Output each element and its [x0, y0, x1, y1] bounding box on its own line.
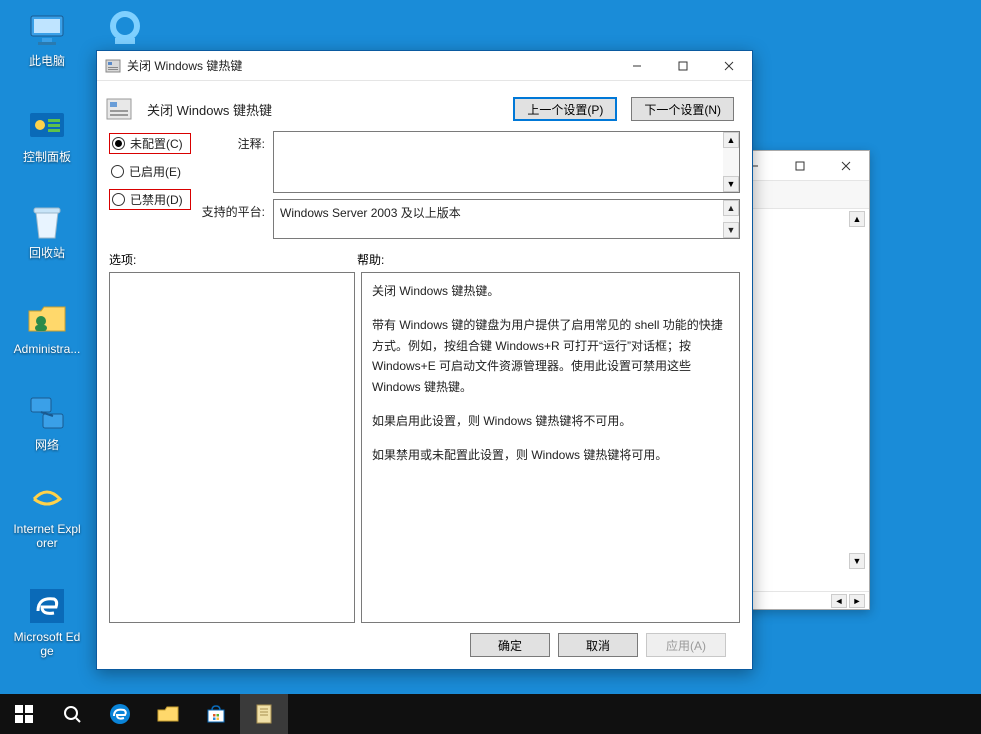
scroll-track[interactable]: [723, 148, 739, 176]
scroll-up-icon[interactable]: ▲: [849, 211, 865, 227]
this-pc-icon: [27, 10, 67, 50]
dialog-footer: 确定 取消 应用(A): [109, 623, 740, 669]
next-setting-button[interactable]: 下一个设置(N): [631, 97, 734, 121]
start-button[interactable]: [0, 694, 48, 734]
cancel-button[interactable]: 取消: [558, 633, 638, 657]
edge-icon: [27, 586, 67, 626]
dialog-header-title: 关闭 Windows 键热键: [147, 100, 499, 119]
scroll-right-icon[interactable]: ►: [849, 594, 865, 608]
desktop-icon-label: 控制面板: [23, 150, 71, 164]
bgw-vertical-scrollbar[interactable]: ▲ ▼: [849, 211, 865, 569]
taskbar: [0, 694, 981, 734]
folder-admin-icon: [27, 298, 67, 338]
options-panel[interactable]: [109, 272, 355, 623]
desktop-icon-label: 此电脑: [29, 54, 65, 68]
window-close-button[interactable]: [706, 51, 752, 81]
window-minimize-button[interactable]: [614, 51, 660, 81]
desktop-icon-label: 回收站: [29, 246, 65, 260]
platform-scrollbar[interactable]: ▲ ▼: [723, 200, 739, 238]
dialog-body: 未配置(C) 已启用(E) 已禁用(D) 注释:: [97, 123, 752, 669]
policy-icon: [105, 95, 133, 123]
dialog-title-text: 关闭 Windows 键热键: [127, 57, 614, 74]
bgw-maximize-button[interactable]: [777, 151, 823, 181]
panels-row: 关闭 Windows 键热键。 带有 Windows 键的键盘为用户提供了启用常…: [109, 272, 740, 623]
dialog-header: 关闭 Windows 键热键 上一个设置(P) 下一个设置(N): [97, 81, 752, 123]
desktop-icon-label: Microsoft Edge: [12, 630, 82, 659]
bgw-close-button[interactable]: [823, 151, 869, 181]
platform-text: Windows Server 2003 及以上版本: [280, 206, 461, 220]
desktop-icon-control-panel[interactable]: 控制面板: [12, 106, 82, 164]
radio-icon: [112, 193, 125, 206]
taskbar-search-button[interactable]: [48, 694, 96, 734]
policy-dialog: 关闭 Windows 键热键 关闭 Windows 键热键 上一个设置(P) 下…: [96, 50, 753, 670]
radio-icon: [112, 137, 125, 150]
app-disc-icon: [105, 10, 145, 50]
scroll-up-icon[interactable]: ▲: [723, 200, 739, 216]
comment-scrollbar[interactable]: ▲ ▼: [723, 132, 739, 192]
desktop-icon-this-pc[interactable]: 此电脑: [12, 10, 82, 68]
help-paragraph: 带有 Windows 键的键盘为用户提供了启用常见的 shell 功能的快捷方式…: [372, 315, 729, 397]
ok-button[interactable]: 确定: [470, 633, 550, 657]
window-maximize-button[interactable]: [660, 51, 706, 81]
scroll-down-icon[interactable]: ▼: [849, 553, 865, 569]
scroll-down-icon[interactable]: ▼: [723, 222, 739, 238]
taskbar-edge[interactable]: [96, 694, 144, 734]
taskbar-running-app[interactable]: [240, 694, 288, 734]
desktop: 此电脑 控制面板 回收站 Administra... 网络 Intern: [0, 0, 981, 734]
comment-textarea[interactable]: ▲ ▼: [273, 131, 740, 193]
desktop-icon-ie[interactable]: Internet Explorer: [12, 478, 82, 551]
radio-icon: [111, 165, 124, 178]
help-panel[interactable]: 关闭 Windows 键热键。 带有 Windows 键的键盘为用户提供了启用常…: [361, 272, 740, 623]
help-paragraph: 如果启用此设置，则 Windows 键热键将不可用。: [372, 411, 729, 431]
ie-icon: [27, 478, 67, 518]
taskbar-store[interactable]: [192, 694, 240, 734]
recycle-bin-icon: [27, 202, 67, 242]
comment-platform-column: 注释: ▲ ▼ 支持的平台: Windows Server 2003: [201, 131, 740, 239]
radio-label: 未配置(C): [130, 135, 183, 152]
radio-not-configured[interactable]: 未配置(C): [109, 133, 191, 154]
desktop-icon-label: 网络: [35, 438, 59, 452]
desktop-icon-label: Internet Explorer: [12, 522, 82, 551]
radio-label: 已禁用(D): [130, 191, 183, 208]
platform-label: 支持的平台:: [201, 199, 265, 220]
radio-group: 未配置(C) 已启用(E) 已禁用(D): [109, 131, 191, 239]
help-paragraph: 关闭 Windows 键热键。: [372, 281, 729, 301]
section-labels: 选项: 帮助:: [109, 251, 740, 268]
desktop-icon-label: Administra...: [14, 342, 81, 356]
control-panel-icon: [27, 106, 67, 146]
radio-disabled[interactable]: 已禁用(D): [109, 189, 191, 210]
apply-button: 应用(A): [646, 633, 726, 657]
desktop-icon-recycle-bin[interactable]: 回收站: [12, 202, 82, 260]
radio-label: 已启用(E): [129, 163, 181, 180]
desktop-icon-administrator[interactable]: Administra...: [12, 298, 82, 356]
scroll-down-icon[interactable]: ▼: [723, 176, 739, 192]
scroll-left-icon[interactable]: ◄: [831, 594, 847, 608]
config-top-row: 未配置(C) 已启用(E) 已禁用(D) 注释:: [109, 131, 740, 239]
dialog-titlebar[interactable]: 关闭 Windows 键热键: [97, 51, 752, 81]
desktop-icon-network[interactable]: 网络: [12, 394, 82, 452]
supported-platform-box: Windows Server 2003 及以上版本 ▲ ▼: [273, 199, 740, 239]
dialog-title-icon: [105, 58, 121, 74]
desktop-icon-edge[interactable]: Microsoft Edge: [12, 586, 82, 659]
comment-label: 注释:: [201, 131, 265, 152]
help-label: 帮助:: [357, 251, 384, 268]
help-paragraph: 如果禁用或未配置此设置，则 Windows 键热键将可用。: [372, 445, 729, 465]
taskbar-file-explorer[interactable]: [144, 694, 192, 734]
previous-setting-button[interactable]: 上一个设置(P): [513, 97, 617, 121]
options-label: 选项:: [109, 251, 357, 268]
radio-enabled[interactable]: 已启用(E): [109, 162, 191, 181]
desktop-icon-app[interactable]: [90, 10, 160, 54]
scroll-up-icon[interactable]: ▲: [723, 132, 739, 148]
network-icon: [27, 394, 67, 434]
